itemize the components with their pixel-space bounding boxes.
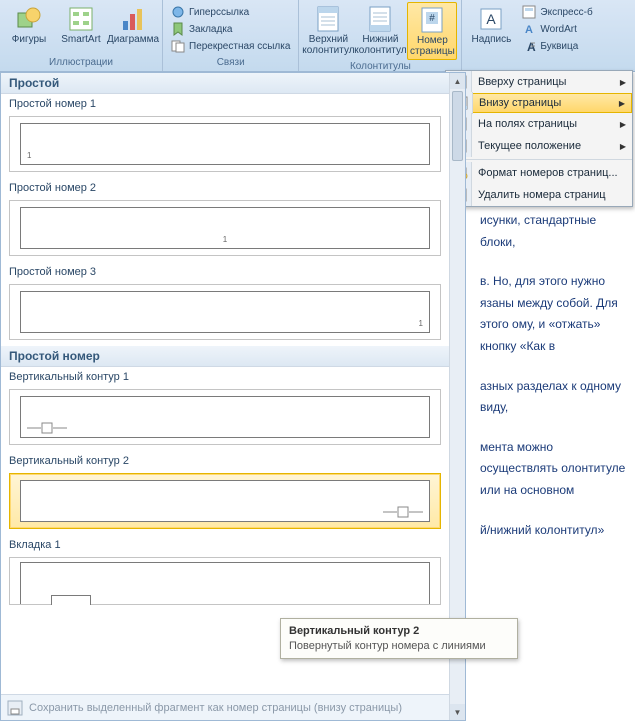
quickparts-button[interactable]: Экспресс-б	[518, 4, 596, 20]
crossref-button[interactable]: Перекрестная ссылка	[167, 38, 294, 54]
gallery-item-vert2[interactable]	[9, 473, 441, 529]
smartart-button[interactable]: SmartArt	[56, 2, 106, 47]
shapes-icon	[14, 4, 44, 34]
submenu-current-position[interactable]: # Текущее положение ▶	[446, 135, 632, 157]
dropcap-icon: A	[522, 39, 536, 53]
submenu-page-margins[interactable]: На полях страницы ▶	[446, 113, 632, 135]
ribbon-group-links: Гиперссылка Закладка Перекрестная ссылка…	[163, 0, 299, 71]
gallery-item-label: Простой номер 1	[1, 94, 449, 114]
chevron-right-icon: ▶	[620, 120, 626, 129]
submenu-format-page-numbers[interactable]: Формат номеров страниц...	[446, 162, 632, 184]
submenu-remove-page-numbers[interactable]: Удалить номера страниц	[446, 184, 632, 206]
footer-button[interactable]: Нижний колонтитул	[355, 2, 405, 58]
scroll-thumb[interactable]	[452, 91, 463, 161]
svg-text:#: #	[430, 13, 436, 24]
submenu-top-of-page[interactable]: Вверху страницы ▶	[446, 71, 632, 93]
gallery-item-simple3[interactable]: 1	[9, 284, 441, 340]
document-body-text: исунки, стандартные блоки, в. Но, для эт…	[480, 210, 633, 559]
crossref-label: Перекрестная ссылка	[189, 41, 290, 52]
tooltip-description: Повернутый контур номера с линиями	[289, 640, 509, 652]
bookmark-label: Закладка	[189, 24, 232, 35]
submenu-bottom-of-page[interactable]: Внизу страницы ▶	[446, 93, 632, 113]
quickparts-label: Экспресс-б	[540, 7, 592, 18]
wordart-icon: A	[522, 22, 536, 36]
smartart-icon	[66, 4, 96, 34]
svg-text:A: A	[487, 11, 497, 27]
group-title-illustrations: Иллюстрации	[4, 56, 158, 69]
chevron-right-icon: ▶	[619, 99, 625, 108]
save-selection-icon	[7, 700, 23, 716]
bookmark-icon	[171, 22, 185, 36]
hyperlink-button[interactable]: Гиперссылка	[167, 4, 294, 20]
gallery-item-tooltip: Вертикальный контур 2 Повернутый контур …	[280, 618, 518, 659]
gallery-category-header: Простой	[1, 73, 449, 94]
footer-icon	[365, 4, 395, 34]
gallery-item-vert1[interactable]	[9, 389, 441, 445]
crossref-icon	[171, 39, 185, 53]
ribbon-group-text: A Надпись Экспресс-б A WordArt A Буквица	[462, 0, 635, 71]
gallery-item-label: Простой номер 3	[1, 262, 449, 282]
hyperlink-icon	[171, 5, 185, 19]
hyperlink-label: Гиперссылка	[189, 7, 249, 18]
wordart-label: WordArt	[540, 24, 577, 35]
textbox-button[interactable]: A Надпись	[466, 2, 516, 47]
header-label: Верхний колонтитул	[302, 34, 354, 56]
ribbon: Фигуры SmartArt Диаграмма Иллюстрации Ги…	[0, 0, 635, 72]
chart-icon	[118, 4, 148, 34]
dropcap-button[interactable]: A Буквица	[518, 38, 596, 54]
gallery-item-label: Вкладка 1	[1, 535, 449, 555]
bookmark-button[interactable]: Закладка	[167, 21, 294, 37]
gallery-item-simple2[interactable]: 1	[9, 200, 441, 256]
textbox-icon: A	[476, 4, 506, 34]
chart-button[interactable]: Диаграмма	[108, 2, 158, 47]
gallery-category-header: Простой номер	[1, 346, 449, 367]
header-button[interactable]: Верхний колонтитул	[303, 2, 353, 58]
gallery-item-simple1[interactable]: 1	[9, 116, 441, 172]
scroll-up-button[interactable]: ▲	[450, 73, 465, 89]
gallery-item-label: Вертикальный контур 2	[1, 451, 449, 471]
wordart-button[interactable]: A WordArt	[518, 21, 596, 37]
pagenum-icon: #	[417, 5, 447, 35]
gallery-item-label: Вертикальный контур 1	[1, 367, 449, 387]
svg-text:A: A	[525, 24, 533, 36]
pagenum-button[interactable]: # Номер страницы	[407, 2, 457, 60]
group-title-links: Связи	[167, 56, 294, 69]
dropcap-label: Буквица	[540, 41, 578, 52]
smartart-label: SmartArt	[61, 34, 100, 45]
chevron-right-icon: ▶	[620, 78, 626, 87]
quickparts-icon	[522, 5, 536, 19]
ribbon-group-headers: Верхний колонтитул Нижний колонтитул # Н…	[299, 0, 462, 71]
chevron-right-icon: ▶	[620, 142, 626, 151]
pagenum-submenu: Вверху страницы ▶ Внизу страницы ▶ На по…	[445, 70, 633, 207]
gallery-item-tab1[interactable]	[9, 557, 441, 605]
footer-label: Нижний колонтитул	[354, 34, 406, 56]
chart-label: Диаграмма	[107, 34, 159, 45]
tooltip-title: Вертикальный контур 2	[289, 625, 509, 637]
scroll-down-button[interactable]: ▼	[450, 704, 465, 720]
pagenum-label: Номер страницы	[410, 35, 455, 57]
gallery-item-label: Простой номер 2	[1, 178, 449, 198]
shapes-label: Фигуры	[12, 34, 46, 45]
textbox-label: Надпись	[471, 34, 511, 45]
header-icon	[313, 4, 343, 34]
gallery-footer[interactable]: Сохранить выделенный фрагмент как номер …	[1, 694, 449, 720]
shapes-button[interactable]: Фигуры	[4, 2, 54, 47]
gallery-footer-label: Сохранить выделенный фрагмент как номер …	[29, 702, 402, 714]
ribbon-group-illustrations: Фигуры SmartArt Диаграмма Иллюстрации	[0, 0, 163, 71]
